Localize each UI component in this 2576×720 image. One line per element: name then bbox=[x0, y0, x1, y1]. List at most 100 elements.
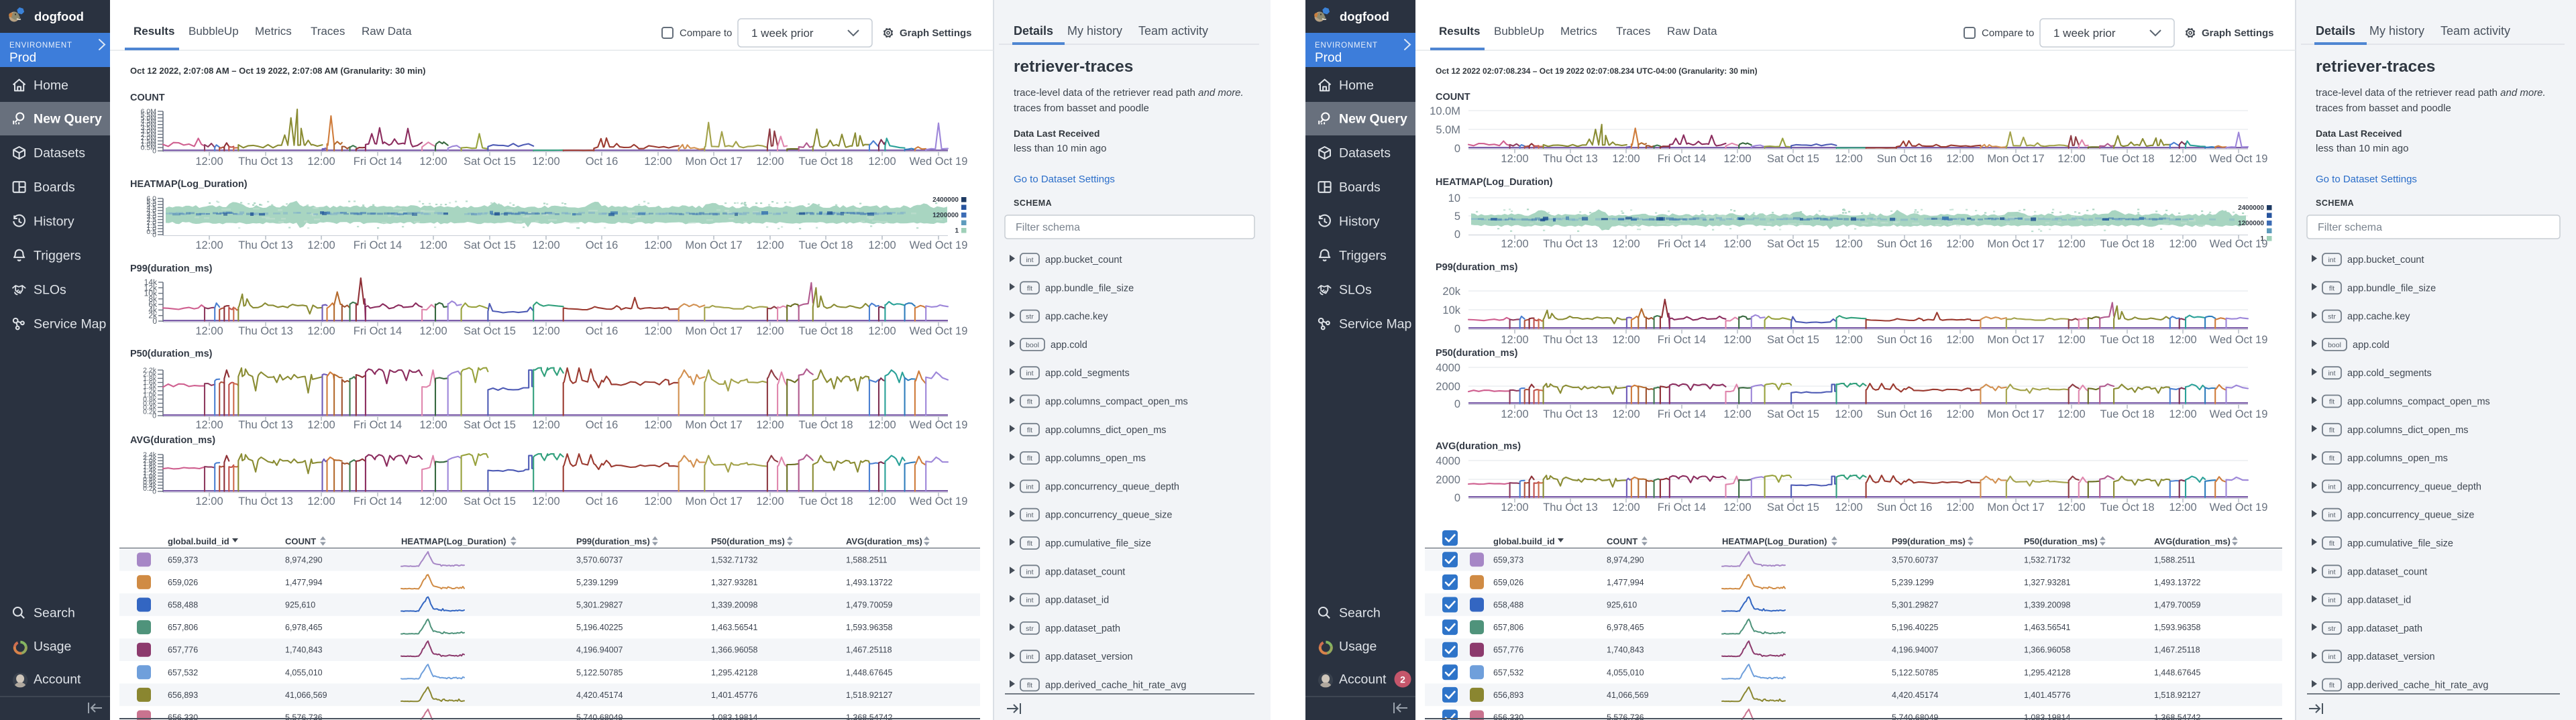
svg-text:12:00: 12:00 bbox=[1501, 501, 1528, 514]
svg-text:2400000: 2400000 bbox=[2238, 204, 2264, 212]
svg-text:ENVIRONMENT: ENVIRONMENT bbox=[1315, 42, 1378, 50]
svg-text:20k: 20k bbox=[1442, 286, 1460, 298]
svg-text:1,518.92127: 1,518.92127 bbox=[846, 691, 893, 700]
svg-text:Tue Oct 18: Tue Oct 18 bbox=[798, 495, 853, 507]
svg-text:int: int bbox=[2328, 568, 2335, 576]
svg-text:1,366.96058: 1,366.96058 bbox=[2024, 646, 2071, 655]
svg-text:Prod: Prod bbox=[9, 51, 36, 65]
svg-text:str: str bbox=[1026, 313, 1034, 321]
svg-text:Tue Oct 18: Tue Oct 18 bbox=[798, 419, 853, 431]
svg-text:Mon Oct 17: Mon Oct 17 bbox=[685, 239, 742, 251]
svg-text:Mon Oct 17: Mon Oct 17 bbox=[1987, 408, 2044, 420]
svg-text:5,196.40225: 5,196.40225 bbox=[576, 623, 623, 632]
svg-text:10k: 10k bbox=[1442, 304, 1460, 316]
svg-text:1,477,994: 1,477,994 bbox=[285, 578, 323, 587]
svg-text:COUNT: COUNT bbox=[130, 93, 165, 103]
svg-text:1 week prior: 1 week prior bbox=[751, 27, 814, 40]
svg-text:flt: flt bbox=[1027, 455, 1032, 463]
svg-text:4,055,010: 4,055,010 bbox=[285, 668, 323, 677]
svg-text:P99(duration_ms): P99(duration_ms) bbox=[1892, 536, 1966, 546]
svg-text:int: int bbox=[1026, 597, 1033, 605]
svg-text:658,488: 658,488 bbox=[168, 601, 198, 610]
svg-text:COUNT: COUNT bbox=[1607, 536, 1638, 546]
svg-text:5: 5 bbox=[1454, 211, 1460, 223]
svg-text:1,448.67645: 1,448.67645 bbox=[846, 668, 893, 677]
svg-text:1,493.13722: 1,493.13722 bbox=[846, 578, 893, 587]
svg-text:int: int bbox=[2328, 597, 2335, 605]
svg-text:12:00: 12:00 bbox=[868, 419, 896, 431]
svg-text:1,366.96058: 1,366.96058 bbox=[711, 646, 758, 655]
svg-text:12:00: 12:00 bbox=[195, 325, 223, 337]
svg-text:app.columns_compact_open_ms: app.columns_compact_open_ms bbox=[1045, 397, 1188, 408]
svg-text:12:00: 12:00 bbox=[532, 156, 559, 168]
svg-text:2: 2 bbox=[1400, 674, 1405, 685]
svg-text:global.build_id: global.build_id bbox=[168, 536, 229, 546]
svg-text:12:00: 12:00 bbox=[1946, 153, 1974, 165]
svg-text:1: 1 bbox=[955, 227, 959, 235]
svg-text:Mon Oct 17: Mon Oct 17 bbox=[1987, 153, 2044, 165]
svg-text:12:00: 12:00 bbox=[195, 495, 223, 507]
svg-text:12:00: 12:00 bbox=[756, 156, 784, 168]
svg-text:Fri Oct 14: Fri Oct 14 bbox=[354, 239, 402, 251]
svg-text:12:00: 12:00 bbox=[419, 495, 447, 507]
svg-text:12:00: 12:00 bbox=[644, 325, 672, 337]
svg-text:Thu Oct 13: Thu Oct 13 bbox=[1543, 501, 1598, 514]
svg-text:1 week prior: 1 week prior bbox=[2053, 27, 2116, 40]
svg-text:656,893: 656,893 bbox=[168, 691, 198, 700]
svg-text:5,301.29827: 5,301.29827 bbox=[576, 601, 623, 610]
svg-text:int: int bbox=[2328, 512, 2335, 520]
svg-text:657,532: 657,532 bbox=[168, 668, 198, 677]
svg-text:Results: Results bbox=[133, 25, 174, 38]
svg-text:P50(duration_ms): P50(duration_ms) bbox=[1436, 348, 1518, 359]
svg-text:flt: flt bbox=[1027, 398, 1032, 406]
svg-text:Go to Dataset Settings: Go to Dataset Settings bbox=[2316, 174, 2417, 185]
svg-text:app.derived_cache_hit_rate_avg: app.derived_cache_hit_rate_avg bbox=[1045, 680, 1186, 691]
svg-text:Sat Oct 15: Sat Oct 15 bbox=[464, 419, 516, 431]
svg-text:1,588.2511: 1,588.2511 bbox=[2154, 555, 2196, 564]
svg-text:Raw Data: Raw Data bbox=[1667, 25, 1717, 38]
svg-text:Sat Oct 15: Sat Oct 15 bbox=[464, 156, 516, 168]
svg-text:5.0M: 5.0M bbox=[1436, 124, 1460, 136]
svg-text:Usage: Usage bbox=[1339, 640, 1377, 654]
svg-text:Oct 16: Oct 16 bbox=[586, 495, 619, 507]
svg-text:P99(duration_ms): P99(duration_ms) bbox=[1436, 262, 1518, 273]
svg-text:0: 0 bbox=[152, 488, 156, 496]
svg-text:12:00: 12:00 bbox=[532, 419, 559, 431]
svg-text:str: str bbox=[1026, 625, 1034, 633]
svg-text:12:00: 12:00 bbox=[2057, 334, 2085, 346]
svg-text:12:00: 12:00 bbox=[868, 495, 896, 507]
svg-text:Triggers: Triggers bbox=[34, 249, 81, 263]
svg-text:Sun Oct 16: Sun Oct 16 bbox=[1877, 408, 1933, 420]
svg-text:Oct 12 2022 02:07:08.234 – Oct: Oct 12 2022 02:07:08.234 – Oct 19 2022 0… bbox=[1436, 66, 1758, 76]
svg-text:1,518.92127: 1,518.92127 bbox=[2154, 691, 2201, 700]
svg-text:12:00: 12:00 bbox=[2169, 238, 2196, 250]
svg-text:Details: Details bbox=[2316, 24, 2355, 38]
svg-text:Tue Oct 18: Tue Oct 18 bbox=[2100, 153, 2154, 165]
svg-text:659,373: 659,373 bbox=[1493, 555, 1523, 564]
svg-text:4000: 4000 bbox=[1436, 455, 1460, 467]
svg-text:app.concurrency_queue_size: app.concurrency_queue_size bbox=[1045, 510, 1172, 521]
svg-text:925,610: 925,610 bbox=[285, 601, 315, 610]
svg-text:BubbleUp: BubbleUp bbox=[189, 25, 239, 38]
svg-text:12:00: 12:00 bbox=[1501, 153, 1528, 165]
svg-text:dogfood: dogfood bbox=[1340, 9, 1389, 23]
svg-text:1,327.93281: 1,327.93281 bbox=[2024, 578, 2071, 587]
svg-text:0: 0 bbox=[152, 412, 156, 420]
svg-text:12:00: 12:00 bbox=[2057, 238, 2085, 250]
svg-text:6,978,465: 6,978,465 bbox=[285, 623, 323, 632]
svg-text:3,570.60737: 3,570.60737 bbox=[576, 555, 623, 564]
svg-text:app.columns_compact_open_ms: app.columns_compact_open_ms bbox=[2347, 397, 2490, 408]
svg-text:12:00: 12:00 bbox=[2057, 153, 2085, 165]
svg-text:COUNT: COUNT bbox=[285, 536, 316, 546]
svg-text:12:00: 12:00 bbox=[756, 325, 784, 337]
svg-text:Fri Oct 14: Fri Oct 14 bbox=[354, 495, 402, 507]
svg-text:Graph Settings: Graph Settings bbox=[900, 27, 972, 39]
svg-text:Sat Oct 15: Sat Oct 15 bbox=[1767, 153, 1819, 165]
svg-text:Tue Oct 18: Tue Oct 18 bbox=[798, 325, 853, 337]
svg-text:New Query: New Query bbox=[1339, 112, 1407, 127]
svg-text:int: int bbox=[1026, 653, 1033, 661]
svg-text:12:00: 12:00 bbox=[1612, 153, 1640, 165]
svg-text:657,776: 657,776 bbox=[168, 646, 198, 655]
svg-text:Usage: Usage bbox=[34, 640, 71, 654]
svg-text:Wed Oct 19: Wed Oct 19 bbox=[2210, 238, 2268, 250]
